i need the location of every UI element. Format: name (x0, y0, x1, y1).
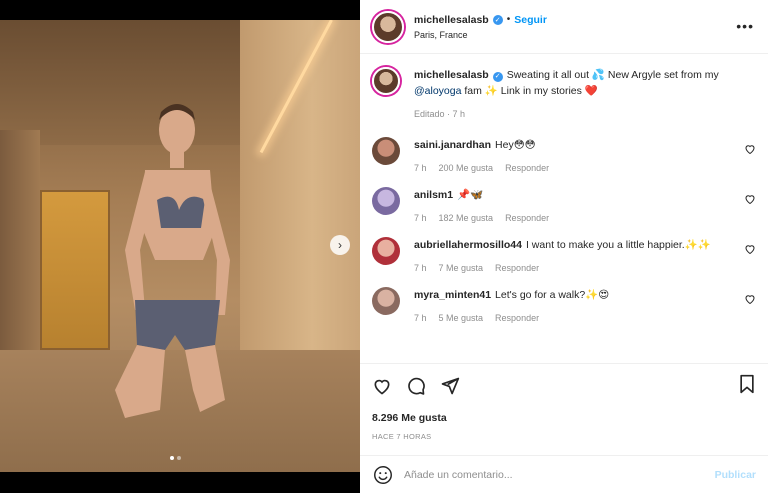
post-header: michellesalasb ✓ • Seguir Paris, France … (360, 0, 768, 54)
more-options-icon[interactable]: ••• (736, 18, 754, 34)
comment-time: 7 h (414, 213, 427, 223)
comment-likes[interactable]: 5 Me gusta (439, 313, 484, 323)
comment-time: 7 h (414, 163, 427, 173)
commenter-username[interactable]: saini.janardhan (414, 139, 491, 151)
reply-button[interactable]: Responder (495, 313, 539, 323)
comments-list[interactable]: michellesalasb ✓ Sweating it all out 💦 New… (360, 55, 768, 363)
comment-likes[interactable]: 182 Me gusta (439, 213, 494, 223)
comment-item: myra_minten41 Let's go for a walk?✨😍 7 h 5… (372, 287, 756, 323)
post-media: › (0, 0, 360, 493)
carousel-dot-active (170, 456, 174, 460)
save-bookmark-icon[interactable] (738, 374, 756, 394)
share-send-icon[interactable] (440, 376, 460, 396)
caption: michellesalasb ✓ Sweating it all out 💦 New… (372, 67, 756, 119)
carousel-dot (177, 456, 181, 460)
post-timestamp: HACE 7 HORAS (372, 432, 432, 441)
likes-count[interactable]: 8.296 Me gusta (372, 412, 756, 424)
person-figure (115, 104, 230, 418)
verified-badge-icon: ✓ (492, 14, 503, 25)
comment-text: saini.janardhan Hey😳😳 (414, 137, 734, 153)
author-meta: michellesalasb ✓ • Seguir Paris, France (414, 14, 547, 40)
caption-avatar[interactable] (372, 67, 400, 95)
commenter-avatar[interactable] (372, 237, 400, 265)
reply-button[interactable]: Responder (505, 213, 549, 223)
reply-button[interactable]: Responder (505, 163, 549, 173)
commenter-avatar[interactable] (372, 187, 400, 215)
caption-text-part1: Sweating it all out 💦 New Argyle set fro… (506, 69, 719, 81)
commenter-username[interactable]: anilsm1 (414, 189, 453, 201)
add-comment-bar: Publicar (360, 455, 768, 493)
caption-username[interactable]: michellesalasb (414, 69, 489, 81)
caption-edited: Editado · 7 h (414, 109, 734, 119)
post-actions: 8.296 Me gusta HACE 7 HORAS (360, 363, 768, 453)
comment-like-icon[interactable] (744, 193, 756, 205)
comment-time: 7 h (414, 263, 427, 273)
comment-likes[interactable]: 200 Me gusta (439, 163, 494, 173)
caption-edited-label: Editado · 7 h (414, 109, 466, 119)
comment-item: anilsm1 📌🦋 7 h 182 Me gusta Responder (372, 187, 756, 223)
comment-text: anilsm1 📌🦋 (414, 187, 734, 203)
commenter-username[interactable]: myra_minten41 (414, 289, 491, 301)
verified-badge-icon: ✓ (492, 72, 503, 82)
sauna-door (40, 190, 110, 350)
comment-text: myra_minten41 Let's go for a walk?✨😍 (414, 287, 734, 303)
comment-time: 7 h (414, 313, 427, 323)
caption-mention[interactable]: @aloyoga (414, 85, 461, 97)
caption-text: michellesalasb ✓ Sweating it all out 💦 New… (414, 67, 734, 99)
post-panel: michellesalasb ✓ • Seguir Paris, France … (360, 0, 768, 493)
reply-button[interactable]: Responder (495, 263, 539, 273)
comment-likes[interactable]: 7 Me gusta (439, 263, 484, 273)
comment-body: I want to make you a little happier.✨✨ (525, 239, 711, 251)
comment-item: saini.janardhan Hey😳😳 7 h 200 Me gusta Resp… (372, 137, 756, 173)
author-username[interactable]: michellesalasb (414, 14, 489, 26)
comment-text: aubriellahermosillo44 I want to make you … (414, 237, 734, 253)
comment-item: aubriellahermosillo44 I want to make you … (372, 237, 756, 273)
follow-button[interactable]: Seguir (514, 14, 547, 26)
carousel-next-button[interactable]: › (330, 235, 350, 255)
commenter-avatar[interactable] (372, 137, 400, 165)
comment-like-icon[interactable] (744, 293, 756, 305)
comment-body: Hey😳😳 (495, 139, 536, 151)
separator-dot: • (506, 14, 511, 25)
post-photo[interactable] (0, 20, 360, 472)
post-location[interactable]: Paris, France (414, 30, 547, 40)
comment-like-icon[interactable] (744, 143, 756, 155)
publish-button[interactable]: Publicar (715, 469, 756, 481)
commenter-username[interactable]: aubriellahermosillo44 (414, 239, 522, 251)
comment-body: Let's go for a walk?✨😍 (495, 289, 610, 301)
comment-body: 📌🦋 (457, 189, 484, 201)
caption-text-part2: fam ✨ Link in my stories ❤️ (464, 85, 598, 97)
like-heart-icon[interactable] (372, 376, 392, 396)
commenter-avatar[interactable] (372, 287, 400, 315)
carousel-indicator (170, 456, 181, 460)
comment-bubble-icon[interactable] (406, 376, 426, 396)
comment-like-icon[interactable] (744, 243, 756, 255)
author-avatar[interactable] (372, 10, 404, 43)
emoji-icon[interactable] (372, 464, 394, 486)
comment-input[interactable] (404, 468, 715, 481)
